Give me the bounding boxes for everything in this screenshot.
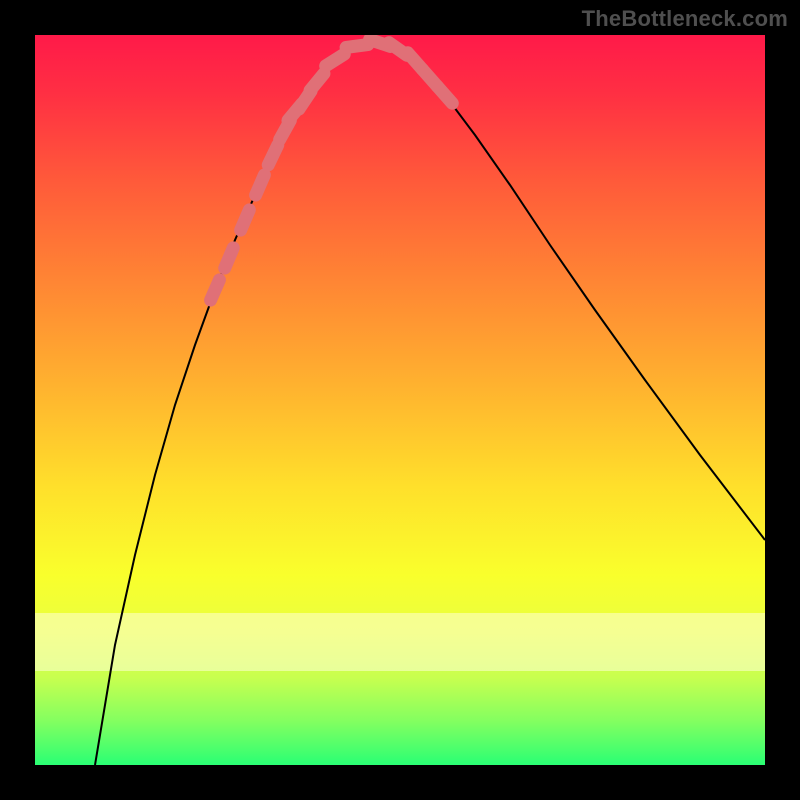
highlight-marker bbox=[438, 87, 453, 103]
curve-group bbox=[95, 41, 765, 765]
curve-svg bbox=[35, 35, 765, 765]
highlight-marker bbox=[268, 145, 278, 165]
highlight-marker bbox=[310, 73, 324, 90]
highlight-marker bbox=[346, 45, 368, 48]
plot-area bbox=[35, 35, 765, 765]
highlight-marker bbox=[241, 210, 250, 230]
watermark-text: TheBottleneck.com bbox=[582, 6, 788, 32]
highlight-marker bbox=[256, 175, 265, 195]
bottleneck-curve bbox=[95, 41, 765, 765]
marker-group bbox=[211, 40, 453, 301]
highlight-marker bbox=[225, 248, 234, 268]
chart-stage: TheBottleneck.com bbox=[0, 0, 800, 800]
highlight-marker bbox=[211, 280, 220, 300]
highlight-marker bbox=[326, 54, 345, 66]
